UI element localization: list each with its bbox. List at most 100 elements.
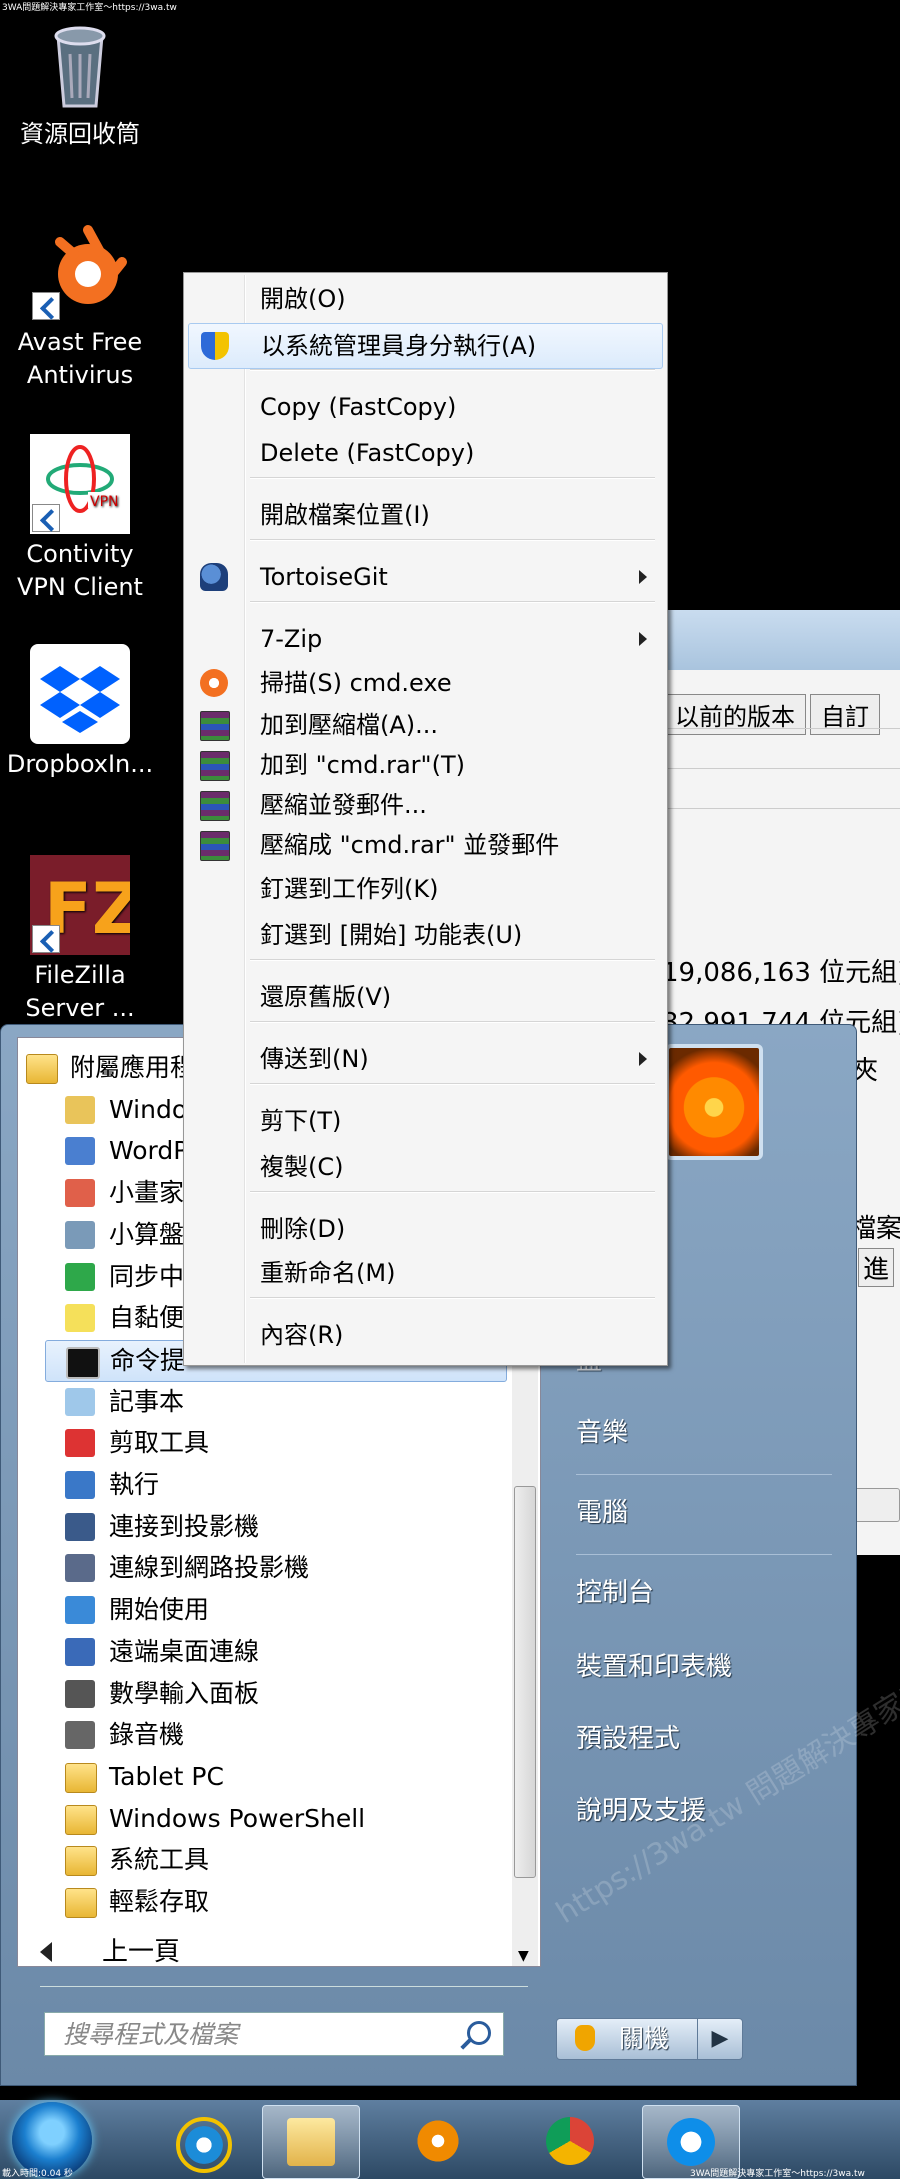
back-arrow-icon <box>40 1942 52 1962</box>
context-menu-item[interactable]: 以系統管理員身分執行(A) <box>188 323 663 369</box>
program-label: 數學輸入面板 <box>109 1678 260 1708</box>
program-label: 連接到投影機 <box>109 1511 260 1541</box>
watermark-load-time: 載入時間:0.04 秒 <box>2 2169 73 2179</box>
folder-icon <box>65 1888 97 1918</box>
context-menu-item[interactable]: 複製(C) <box>188 1145 661 1189</box>
context-menu-label: 壓縮成 "cmd.rar" 並發郵件 <box>260 831 560 859</box>
program-item[interactable]: 執行 <box>45 1465 505 1505</box>
program-item[interactable]: 輕鬆存取 <box>45 1882 505 1922</box>
context-menu-item[interactable]: 釘選到 [開始] 功能表(U) <box>188 913 661 957</box>
shutdown-options-button[interactable]: ▶ <box>697 2018 743 2060</box>
context-menu-label: 複製(C) <box>260 1153 344 1181</box>
context-menu-item[interactable]: 加到壓縮檔(A)... <box>188 703 661 747</box>
desktop-icon-contivity[interactable]: VPN Contivity VPN Client <box>0 434 160 604</box>
context-menu-item[interactable]: 傳送到(N) <box>188 1037 661 1081</box>
context-menu-item[interactable]: TortoiseGit <box>188 555 661 599</box>
desktop-icon-label: Avast Free Antivirus <box>17 328 143 389</box>
program-item[interactable]: 記事本 <box>45 1382 505 1422</box>
desktop-icon-label: DropboxIn... <box>6 750 154 778</box>
program-label: Tablet PC <box>109 1761 224 1791</box>
chevron-right-icon: ▶ <box>711 2026 729 2051</box>
right-item-devices-printers[interactable]: 裝置和印表機 <box>576 1646 732 1683</box>
calculator-icon <box>65 1220 95 1249</box>
context-menu-item[interactable]: Delete (FastCopy) <box>188 431 661 475</box>
user-avatar[interactable] <box>665 1044 763 1160</box>
sticky-notes-icon <box>65 1304 95 1333</box>
program-item[interactable]: 剪取工具 <box>45 1423 505 1463</box>
context-menu-item[interactable]: 掃描(S) cmd.exe <box>188 661 661 705</box>
context-menu-item[interactable]: 加到 "cmd.rar"(T) <box>188 743 661 787</box>
paint-icon <box>65 1179 95 1208</box>
search-input[interactable]: 搜尋程式及檔案 <box>44 2012 504 2056</box>
program-label: 剪取工具 <box>109 1428 210 1458</box>
context-menu-item[interactable]: 7-Zip <box>188 617 661 661</box>
right-item-computer[interactable]: 電腦 <box>576 1492 628 1529</box>
context-menu-label: 以系統管理員身分執行(A) <box>261 332 537 360</box>
context-menu-item[interactable]: 還原舊版(V) <box>188 975 661 1019</box>
search-placeholder: 搜尋程式及檔案 <box>63 2020 239 2049</box>
folder-icon <box>26 1054 58 1084</box>
menu-separator <box>250 959 655 961</box>
taskbar-media-player[interactable] <box>390 2105 486 2177</box>
context-menu-label: TortoiseGit <box>260 563 388 591</box>
watermark-bottom: 3WA問題解決專家工作室～https://3wa.tw <box>690 2169 865 2179</box>
context-menu-item[interactable]: 開啟(O) <box>188 277 661 321</box>
file-fragment: 檔案 <box>850 1214 900 1244</box>
desktop-icon-avast[interactable]: Avast Free Antivirus <box>0 222 160 392</box>
program-item[interactable]: 開始使用 <box>45 1590 505 1630</box>
context-menu-item[interactable]: 開啟檔案位置(I) <box>188 493 661 537</box>
desktop-icon-filezilla[interactable]: FZ FileZilla Server ... <box>0 855 160 1025</box>
advanced-button[interactable]: 進 <box>858 1248 895 1287</box>
program-item[interactable]: 錄音機 <box>45 1715 505 1755</box>
menu-separator <box>250 477 655 479</box>
taskbar-chrome[interactable] <box>522 2105 618 2177</box>
teamviewer-icon <box>667 2118 715 2166</box>
context-menu-item[interactable]: 壓縮並發郵件... <box>188 783 661 827</box>
context-menu-label: 開啟檔案位置(I) <box>260 501 430 529</box>
right-item-music[interactable]: 音樂 <box>576 1412 628 1449</box>
taskbar-windows-explorer[interactable] <box>262 2105 360 2179</box>
scrollbar-thumb[interactable] <box>514 1486 536 1878</box>
right-item-default-programs[interactable]: 預設程式 <box>576 1718 680 1755</box>
context-menu-item[interactable]: 刪除(D) <box>188 1207 661 1251</box>
program-item[interactable]: 數學輸入面板 <box>45 1674 505 1714</box>
desktop-icon-dropbox[interactable]: DropboxIn... <box>0 644 160 781</box>
context-menu-item[interactable]: 壓縮成 "cmd.rar" 並發郵件 <box>188 823 661 867</box>
program-label: 遠端桌面連線 <box>109 1636 260 1666</box>
context-menu-item[interactable]: 重新命名(M) <box>188 1251 661 1295</box>
program-item[interactable]: 遠端桌面連線 <box>45 1632 505 1672</box>
sync-center-icon <box>65 1262 95 1291</box>
folder-icon <box>65 1804 97 1835</box>
program-item[interactable]: 系統工具 <box>45 1840 505 1880</box>
program-item[interactable]: Tablet PC <box>45 1757 505 1797</box>
shortcut-arrow-icon <box>32 504 60 532</box>
program-item[interactable]: 連線到網路投影機 <box>45 1548 505 1588</box>
program-item[interactable]: 連接到投影機 <box>45 1507 505 1547</box>
menu-separator <box>250 369 655 371</box>
folder-icon <box>287 2118 335 2166</box>
tortoisegit-icon <box>200 563 228 591</box>
context-menu-item[interactable]: 剪下(T) <box>188 1099 661 1143</box>
program-label: 連線到網路投影機 <box>109 1553 310 1583</box>
uac-shield-icon <box>575 2025 595 2051</box>
program-label: 系統工具 <box>109 1845 210 1875</box>
program-label: 執行 <box>109 1470 160 1499</box>
filezilla-server-icon: FZ <box>30 855 143 955</box>
notepad-icon <box>65 1387 95 1416</box>
taskbar-internet-explorer[interactable] <box>152 2105 248 2177</box>
winrar-icon <box>200 831 230 861</box>
program-label: 命令提 <box>110 1345 186 1375</box>
network-projector-icon <box>65 1554 95 1583</box>
program-label: 同步中 <box>109 1261 185 1291</box>
program-item[interactable]: Windows PowerShell <box>45 1799 505 1839</box>
program-label: 附屬應用程 <box>70 1053 196 1082</box>
explorer-icon <box>65 1095 95 1124</box>
winrar-icon <box>200 751 230 781</box>
shutdown-button[interactable]: 關機 <box>556 2018 698 2060</box>
context-menu-item[interactable]: Copy (FastCopy) <box>188 385 661 429</box>
desktop-icon-recycle-bin[interactable]: 資源回收筒 <box>0 14 160 151</box>
context-menu-item[interactable]: 內容(R) <box>188 1313 661 1357</box>
back-button[interactable]: 上一頁 <box>26 1924 526 1980</box>
context-menu-item[interactable]: 釘選到工作列(K) <box>188 867 661 911</box>
right-item-control-panel[interactable]: 控制台 <box>576 1572 654 1609</box>
